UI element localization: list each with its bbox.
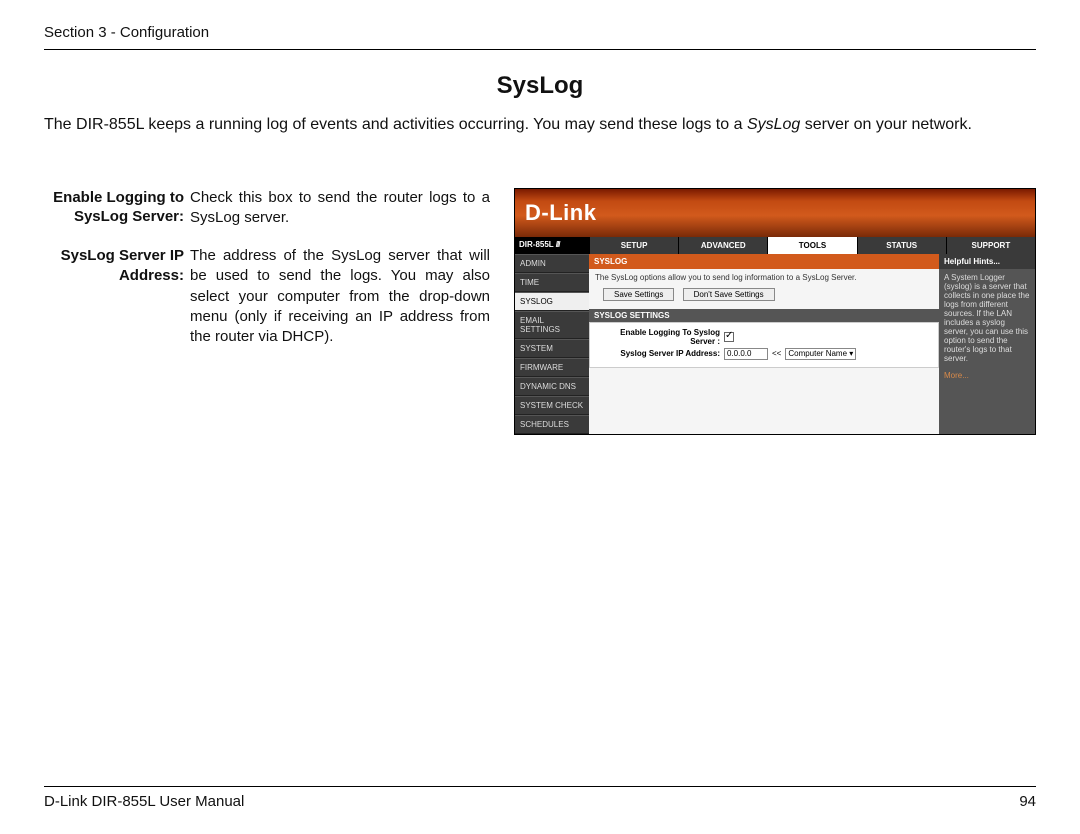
hints-body: A System Logger (syslog) is a server tha… [944,273,1030,363]
enable-logging-checkbox[interactable] [724,332,734,342]
dlink-logo: D-Link [525,200,596,226]
sidebar-item-schedules[interactable]: SCHEDULES [515,415,589,434]
def-term-0: Enable Logging to SysLog Server: [44,188,184,229]
intro-term: SysLog [747,116,800,133]
tab-tools[interactable]: TOOLS [767,237,856,254]
sidebar-item-time[interactable]: TIME [515,273,589,292]
model-text: DIR-855L [519,240,554,249]
tab-advanced[interactable]: ADVANCED [678,237,767,254]
def-desc-1: The address of the SysLog server that wi… [190,246,490,347]
dont-save-button[interactable]: Don't Save Settings [683,288,775,301]
banner: D-Link [515,189,1035,237]
manual-title: D-Link DIR-855L User Manual [44,793,244,810]
intro-paragraph: The DIR-855L keeps a running log of even… [44,114,1036,136]
section-header: Section 3 - Configuration [44,24,1036,47]
header-rule [44,49,1036,50]
def-term-1: SysLog Server IP Address: [44,246,184,347]
sidebar-item-system[interactable]: SYSTEM [515,339,589,358]
def-desc-0: Check this box to send the router logs t… [190,188,490,229]
hints-title: Helpful Hints... [939,254,1035,269]
intro-post: server on your network. [800,116,972,133]
save-button[interactable]: Save Settings [603,288,674,301]
page-title: SysLog [44,72,1036,100]
tab-support[interactable]: SUPPORT [946,237,1035,254]
computer-name-select[interactable]: Computer Name ▾ [785,348,856,360]
settings-form: Enable Logging To Syslog Server : Syslog… [589,322,939,368]
panel-title: SYSLOG [589,254,939,269]
sidebar-item-email[interactable]: EMAIL SETTINGS [515,311,589,339]
enable-logging-label: Enable Logging To Syslog Server : [594,328,724,346]
hints-more-link[interactable]: More... [944,371,1030,380]
main-panel: SYSLOG The SysLog options allow you to s… [589,254,939,434]
panel-desc: The SysLog options allow you to send log… [593,269,935,286]
hints-panel: Helpful Hints... A System Logger (syslog… [939,254,1035,434]
router-screenshot: D-Link DIR-855L /// SETUP ADVANCED TOOLS… [514,188,1036,435]
sidebar-item-ddns[interactable]: DYNAMIC DNS [515,377,589,396]
definition-list: Enable Logging to SysLog Server: Check t… [44,188,490,348]
arrow-icon: << [772,349,781,358]
top-nav: DIR-855L /// SETUP ADVANCED TOOLS STATUS… [515,237,1035,254]
model-badge: DIR-855L /// [515,237,589,254]
computer-name-text: Computer Name [788,349,847,358]
sidebar-item-firmware[interactable]: FIRMWARE [515,358,589,377]
page-number: 94 [1019,793,1036,810]
ip-address-label: Syslog Server IP Address: [594,349,724,358]
settings-subtitle: SYSLOG SETTINGS [589,309,939,322]
page-footer: D-Link DIR-855L User Manual 94 [44,786,1036,810]
ip-address-input[interactable]: 0.0.0.0 [724,348,768,360]
tab-status[interactable]: STATUS [857,237,946,254]
sidebar-item-systemcheck[interactable]: SYSTEM CHECK [515,396,589,415]
tab-setup[interactable]: SETUP [589,237,678,254]
sidebar-item-admin[interactable]: ADMIN [515,254,589,273]
button-row: Save Settings Don't Save Settings [593,286,935,305]
sidebar: ADMIN TIME SYSLOG EMAIL SETTINGS SYSTEM … [515,254,589,434]
sidebar-item-syslog[interactable]: SYSLOG [515,292,589,311]
intro-pre: The DIR-855L keeps a running log of even… [44,116,747,133]
